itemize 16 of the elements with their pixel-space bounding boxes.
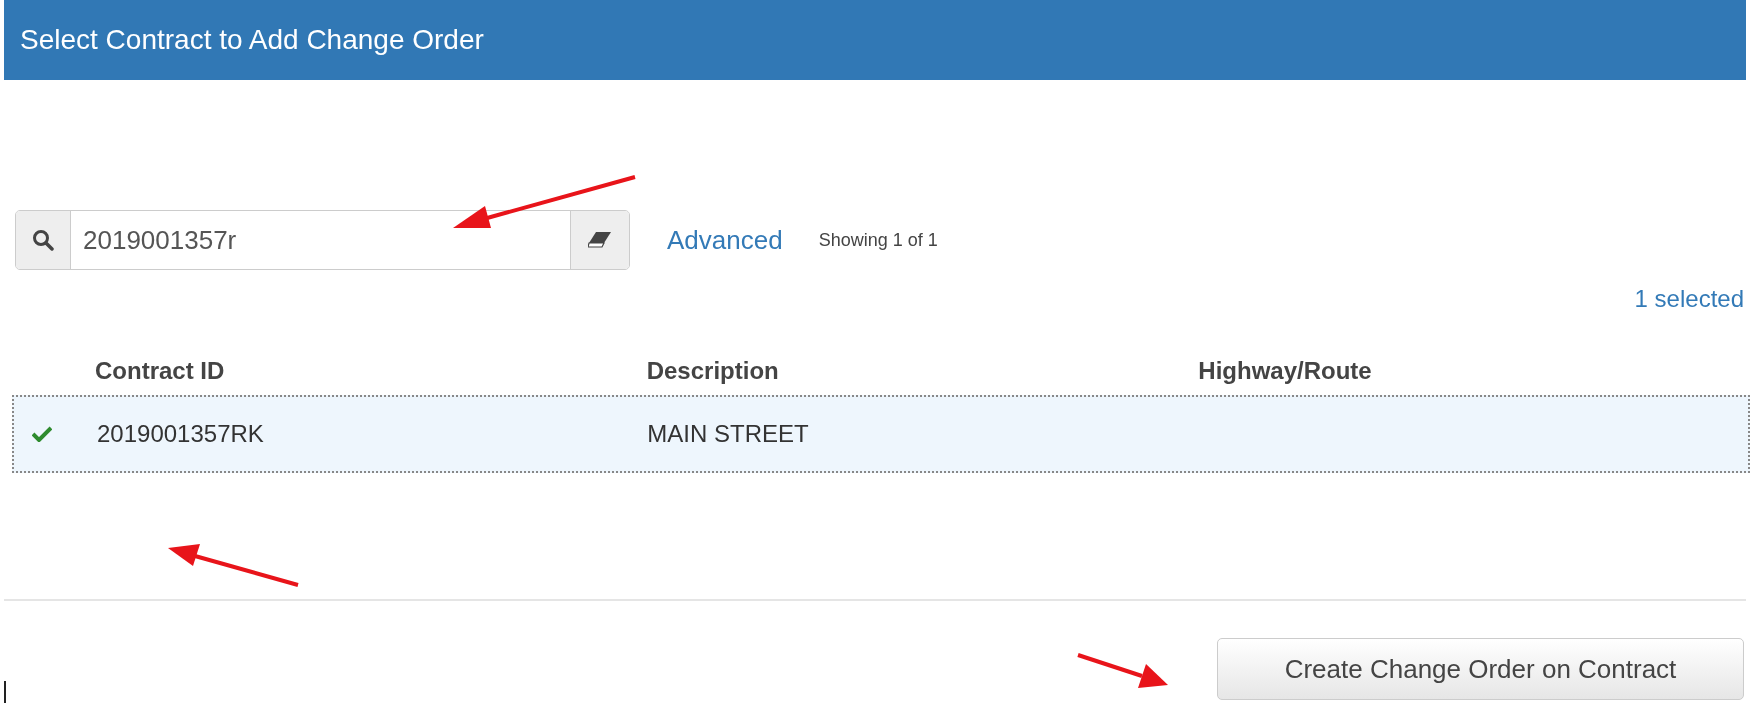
column-header[interactable]: Highway/Route xyxy=(1198,357,1750,385)
column-header[interactable]: Contract ID xyxy=(95,357,647,385)
result-count: Showing 1 of 1 xyxy=(818,229,938,251)
create-change-order-button[interactable]: Create Change Order on Contract xyxy=(1217,638,1744,700)
advanced-link[interactable]: Advanced xyxy=(667,224,783,256)
eraser-icon[interactable] xyxy=(588,231,612,249)
search-box[interactable]: 2019001357r xyxy=(15,210,630,270)
checkmark-icon xyxy=(32,426,52,442)
text-cursor xyxy=(4,681,6,703)
dialog-title: Select Contract to Add Change Order xyxy=(20,24,484,56)
table-row[interactable]: 2019001357RK MAIN STREET xyxy=(12,395,1750,473)
table-cell: MAIN STREET xyxy=(647,420,809,447)
search-icon xyxy=(32,229,54,251)
column-header[interactable]: Description xyxy=(646,357,1199,385)
table-cell: 2019001357RK xyxy=(97,420,264,447)
selected-count-link[interactable]: 1 selected xyxy=(1634,285,1744,313)
